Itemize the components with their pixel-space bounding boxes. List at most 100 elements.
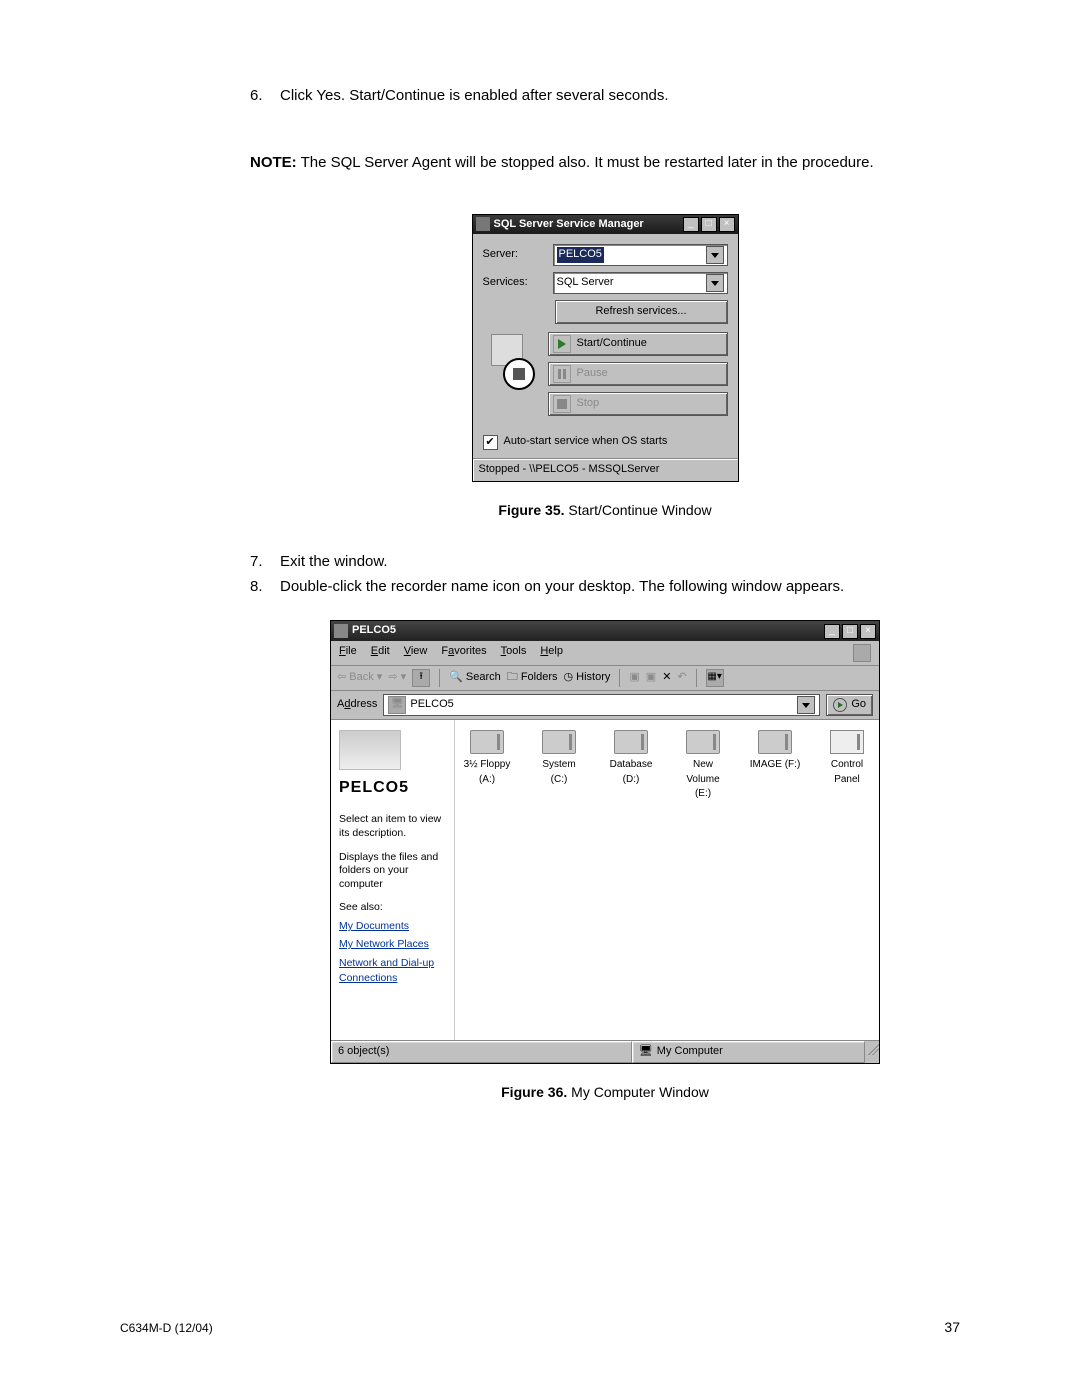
delete-icon[interactable]: ✕ bbox=[662, 670, 671, 686]
services-label: Services: bbox=[483, 275, 553, 291]
folders-button[interactable]: 🗀 Folders bbox=[507, 670, 558, 686]
drive-system-c[interactable]: System (C:) bbox=[533, 730, 585, 787]
maximize-button[interactable]: □ bbox=[701, 217, 717, 232]
minimize-button[interactable]: _ bbox=[824, 624, 840, 639]
status-location: 🖥 My Computer bbox=[632, 1041, 865, 1063]
services-dropdown[interactable]: SQL Server bbox=[553, 272, 728, 294]
play-icon bbox=[553, 335, 571, 353]
sql-title-text: SQL Server Service Manager bbox=[494, 217, 683, 233]
close-button[interactable]: × bbox=[719, 217, 735, 232]
step-6-number: 6. bbox=[250, 85, 280, 107]
chevron-down-icon[interactable] bbox=[706, 274, 724, 292]
resize-grip-icon[interactable] bbox=[865, 1041, 879, 1055]
sidebar-graphic bbox=[339, 730, 401, 770]
menu-edit[interactable]: Edit bbox=[371, 644, 390, 662]
sidebar-heading: PELCO5 bbox=[339, 776, 446, 799]
link-network-dialup[interactable]: Network and Dial-up Connections bbox=[339, 956, 446, 986]
explorer-titlebar[interactable]: PELCO5 _ □ × bbox=[331, 621, 879, 641]
menu-view[interactable]: View bbox=[404, 644, 428, 662]
menu-file[interactable]: File bbox=[339, 644, 357, 662]
footer-doc-id: C634M-D (12/04) bbox=[120, 1320, 213, 1337]
figure-36-caption: Figure 36. My Computer Window bbox=[250, 1082, 960, 1102]
stop-label: Stop bbox=[577, 396, 600, 412]
explorer-window: PELCO5 _ □ × File Edit View Favorites To… bbox=[330, 620, 880, 1064]
autostart-label: Auto-start service when OS starts bbox=[504, 434, 668, 450]
stop-icon bbox=[553, 395, 571, 413]
chevron-down-icon[interactable] bbox=[706, 246, 724, 264]
service-status-icon bbox=[483, 332, 538, 392]
history-button[interactable]: ◷ History bbox=[564, 670, 611, 686]
up-button[interactable]: ⭱ bbox=[412, 669, 430, 687]
drive-database-d[interactable]: Database (D:) bbox=[605, 730, 657, 787]
separator bbox=[619, 669, 620, 687]
search-button[interactable]: 🔍 Search bbox=[449, 670, 501, 686]
explorer-title-text: PELCO5 bbox=[352, 623, 824, 639]
hard-drive-icon bbox=[686, 730, 720, 754]
menu-help[interactable]: Help bbox=[540, 644, 563, 662]
step-8: 8. Double-click the recorder name icon o… bbox=[250, 576, 960, 598]
go-button[interactable]: Go bbox=[826, 694, 873, 716]
floppy-drive-icon bbox=[470, 730, 504, 754]
link-my-documents[interactable]: My Documents bbox=[339, 919, 446, 934]
start-continue-label: Start/Continue bbox=[577, 336, 647, 352]
separator bbox=[439, 669, 440, 687]
explorer-statusbar: 6 object(s) 🖥 My Computer bbox=[331, 1040, 879, 1063]
server-dropdown[interactable]: PELCO5 bbox=[553, 244, 728, 266]
sql-status-bar: Stopped - \\PELCO5 - MSSQLServer bbox=[473, 458, 738, 481]
copy-to-icon[interactable]: ▣ bbox=[646, 670, 656, 686]
server-label: Server: bbox=[483, 247, 553, 263]
my-computer-icon bbox=[334, 624, 348, 638]
menu-tools[interactable]: Tools bbox=[501, 644, 527, 662]
hard-drive-icon bbox=[542, 730, 576, 754]
drive-floppy-a[interactable]: 3½ Floppy (A:) bbox=[461, 730, 513, 787]
my-computer-icon: 🖥 bbox=[388, 696, 406, 714]
views-button[interactable]: ▦▾ bbox=[706, 669, 724, 687]
forward-button[interactable]: ⇨ ▾ bbox=[388, 670, 406, 686]
step-7-text: Exit the window. bbox=[280, 551, 388, 573]
status-object-count: 6 object(s) bbox=[331, 1041, 632, 1063]
address-label: Address bbox=[337, 697, 377, 713]
sql-titlebar[interactable]: SQL Server Service Manager _ □ × bbox=[473, 215, 738, 235]
pause-label: Pause bbox=[577, 366, 608, 382]
step-7-number: 7. bbox=[250, 551, 280, 573]
control-panel[interactable]: Control Panel bbox=[821, 730, 873, 787]
hard-drive-icon bbox=[758, 730, 792, 754]
note-label: NOTE: bbox=[250, 154, 297, 171]
close-button[interactable]: × bbox=[860, 624, 876, 639]
pause-icon bbox=[553, 365, 571, 383]
sidebar-desc: Displays the files and folders on your c… bbox=[339, 851, 446, 892]
sidebar-seealso: See also: bbox=[339, 901, 446, 915]
move-to-icon[interactable]: ▣ bbox=[629, 670, 639, 686]
step-6: 6. Click Yes. Start/Continue is enabled … bbox=[250, 85, 960, 107]
step-8-number: 8. bbox=[250, 576, 280, 598]
stop-button[interactable]: Stop bbox=[548, 392, 728, 416]
maximize-button[interactable]: □ bbox=[842, 624, 858, 639]
address-bar: Address 🖥 PELCO5 Go bbox=[331, 691, 879, 720]
step-8-text: Double-click the recorder name icon on y… bbox=[280, 576, 844, 598]
address-input[interactable]: 🖥 PELCO5 bbox=[383, 694, 820, 716]
step-6-text: Click Yes. Start/Continue is enabled aft… bbox=[280, 85, 669, 107]
address-value: PELCO5 bbox=[410, 697, 453, 713]
undo-icon[interactable]: ↶ bbox=[677, 670, 686, 686]
autostart-checkbox[interactable]: ✔ bbox=[483, 435, 498, 450]
explorer-menubar[interactable]: File Edit View Favorites Tools Help bbox=[331, 641, 879, 666]
pause-button[interactable]: Pause bbox=[548, 362, 728, 386]
sql-service-manager-window: SQL Server Service Manager _ □ × Server:… bbox=[472, 214, 739, 483]
services-value: SQL Server bbox=[557, 275, 614, 291]
refresh-services-button[interactable]: Refresh services... bbox=[555, 300, 728, 324]
drive-image-f[interactable]: IMAGE (F:) bbox=[749, 730, 801, 773]
start-continue-button[interactable]: Start/Continue bbox=[548, 332, 728, 356]
sql-app-icon bbox=[476, 217, 490, 231]
minimize-button[interactable]: _ bbox=[683, 217, 699, 232]
control-panel-icon bbox=[830, 730, 864, 754]
windows-logo-icon bbox=[853, 644, 871, 662]
chevron-down-icon[interactable] bbox=[797, 696, 815, 714]
drive-new-volume-e[interactable]: New Volume (E:) bbox=[677, 730, 729, 802]
hard-drive-icon bbox=[614, 730, 648, 754]
menu-favorites[interactable]: Favorites bbox=[441, 644, 486, 662]
back-button[interactable]: ⇦ Back ▾ bbox=[337, 670, 382, 686]
link-my-network-places[interactable]: My Network Places bbox=[339, 937, 446, 952]
explorer-toolbar: ⇦ Back ▾ ⇨ ▾ ⭱ 🔍 Search 🗀 Folders ◷ Hist… bbox=[331, 666, 879, 691]
explorer-file-pane[interactable]: 3½ Floppy (A:) System (C:) Database (D:)… bbox=[455, 720, 879, 1040]
figure-35-caption: Figure 35. Start/Continue Window bbox=[250, 500, 960, 520]
